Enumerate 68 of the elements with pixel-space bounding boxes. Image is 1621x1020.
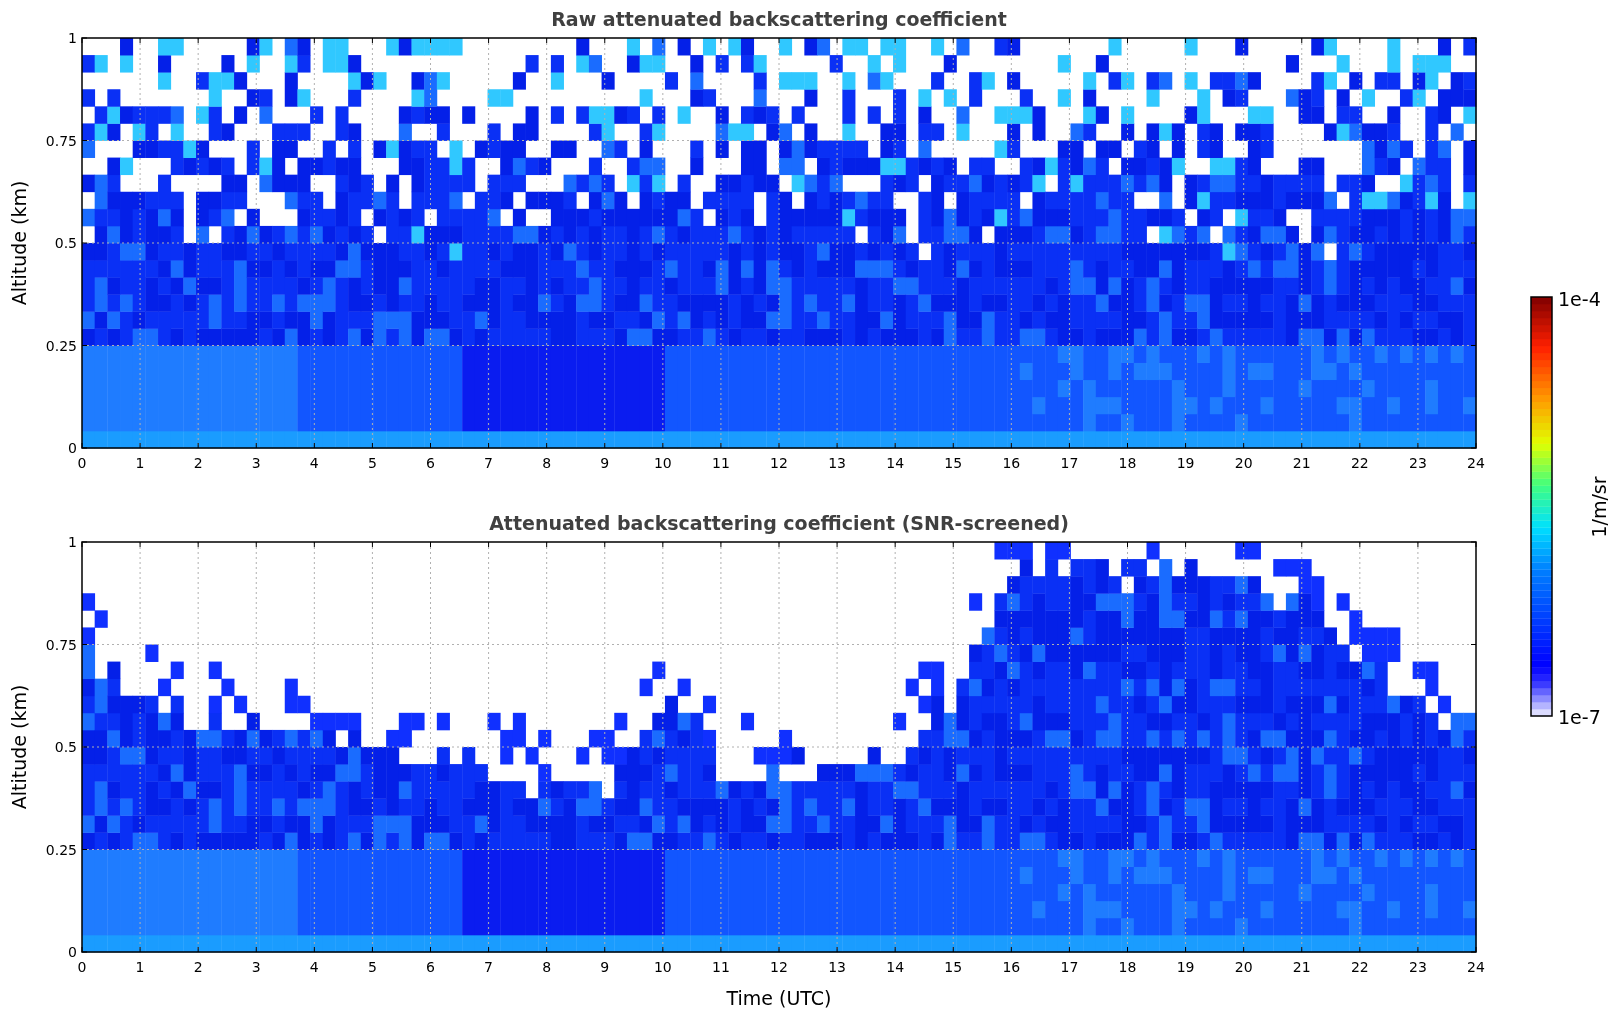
x-tick-label: 21 <box>1292 959 1311 975</box>
y-tick-label: 1 <box>68 534 77 550</box>
x-tick-label: 11 <box>712 455 730 471</box>
x-tick-label: 1 <box>135 455 145 471</box>
x-tick-label: 8 <box>542 455 552 471</box>
x-tick-label: 0 <box>77 455 87 471</box>
x-tick-label: 17 <box>1060 455 1079 471</box>
chart-title: Attenuated backscattering coefficient (SNR-screened) <box>489 512 1069 534</box>
x-tick-label: 10 <box>653 455 672 471</box>
x-tick-label: 3 <box>251 455 261 471</box>
x-tick-label: 2 <box>193 455 203 471</box>
x-tick-label: 22 <box>1350 959 1369 975</box>
x-tick-label: 4 <box>309 959 319 975</box>
x-tick-label: 4 <box>309 455 319 471</box>
y-tick-label: 0 <box>68 440 77 456</box>
x-tick-label: 23 <box>1409 455 1427 471</box>
x-tick-label: 13 <box>828 959 846 975</box>
colorbar-label: 1/m/sr <box>1588 476 1610 538</box>
y-tick-label: 0.5 <box>54 235 77 251</box>
x-tick-label: 6 <box>426 455 435 471</box>
x-tick-label: 16 <box>1002 959 1021 975</box>
x-tick-label: 14 <box>886 959 905 975</box>
colorbar-min-label: 1e-7 <box>1558 706 1601 728</box>
x-tick-label: 21 <box>1292 455 1311 471</box>
x-tick-label: 3 <box>251 959 261 975</box>
x-tick-label: 12 <box>770 959 788 975</box>
y-axis-label: Altitude (km) <box>8 684 30 810</box>
y-tick-label: 0.75 <box>45 132 77 149</box>
x-tick-label: 7 <box>484 455 494 471</box>
x-tick-label: 6 <box>426 959 435 975</box>
x-tick-label: 0 <box>77 959 87 975</box>
x-tick-label: 15 <box>944 455 963 471</box>
x-tick-label: 15 <box>944 959 963 975</box>
y-tick-label: 0.25 <box>45 841 77 858</box>
x-tick-label: 18 <box>1118 455 1137 471</box>
y-tick-label: 0 <box>68 944 77 960</box>
x-tick-label: 24 <box>1467 455 1485 471</box>
x-tick-label: 7 <box>484 959 494 975</box>
x-tick-label: 23 <box>1409 959 1427 975</box>
y-tick-label: 1 <box>68 30 77 46</box>
x-tick-label: 9 <box>600 959 610 975</box>
x-tick-label: 18 <box>1118 959 1137 975</box>
y-tick-label: 0.5 <box>54 739 77 755</box>
x-tick-label: 20 <box>1234 959 1253 975</box>
x-tick-label: 11 <box>712 959 730 975</box>
x-tick-label: 14 <box>886 455 905 471</box>
x-tick-label: 19 <box>1176 455 1195 471</box>
x-tick-label: 19 <box>1176 959 1195 975</box>
x-tick-label: 20 <box>1234 455 1253 471</box>
colorbar-max-label: 1e-4 <box>1558 288 1601 310</box>
x-tick-label: 8 <box>542 959 552 975</box>
x-tick-label: 10 <box>653 959 672 975</box>
y-tick-label: 0.75 <box>45 636 77 653</box>
x-tick-label: 13 <box>828 455 846 471</box>
x-tick-label: 5 <box>367 455 377 471</box>
y-axis-label: Altitude (km) <box>8 180 30 306</box>
x-tick-label: 2 <box>193 959 203 975</box>
x-tick-label: 9 <box>600 455 610 471</box>
x-tick-label: 1 <box>135 959 145 975</box>
x-tick-label: 22 <box>1350 455 1369 471</box>
x-tick-label: 5 <box>367 959 377 975</box>
x-axis-label: Time (UTC) <box>726 987 832 1009</box>
x-tick-label: 16 <box>1002 455 1021 471</box>
x-tick-label: 12 <box>770 455 788 471</box>
x-tick-label: 17 <box>1060 959 1079 975</box>
x-tick-label: 24 <box>1467 959 1485 975</box>
chart-title: Raw attenuated backscattering coefficient <box>551 8 1007 30</box>
y-tick-label: 0.25 <box>45 337 77 354</box>
